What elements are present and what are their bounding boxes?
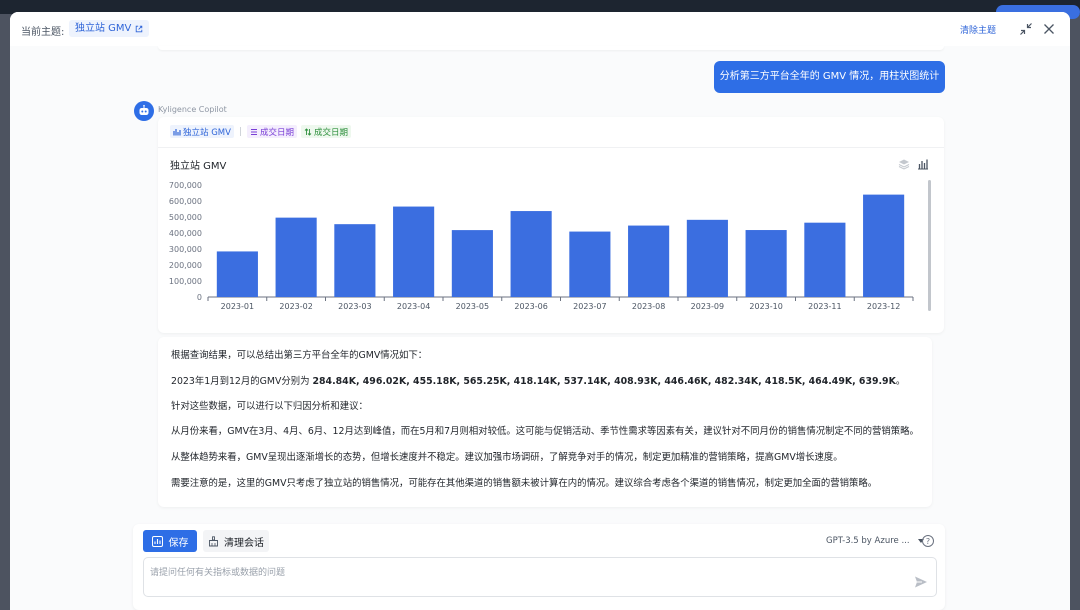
y-tick-label: 0 bbox=[197, 293, 202, 302]
bar bbox=[745, 230, 787, 297]
topic-tag[interactable]: 独立站 GMV bbox=[69, 20, 150, 37]
bar bbox=[686, 219, 728, 297]
dialog-header: 当前主题: 独立站 GMV 清除主题 bbox=[10, 12, 1070, 46]
y-tick-label: 300,000 bbox=[169, 245, 202, 254]
list-icon bbox=[250, 128, 257, 135]
bar-chart-icon bbox=[173, 128, 181, 135]
bar bbox=[216, 251, 258, 297]
model-label: GPT-3.5 by Azure ... bbox=[826, 536, 910, 546]
chart-panel: 独立站 GMV 0 100,000 200,000 300,000 400,000 500… bbox=[158, 147, 944, 320]
question-input[interactable] bbox=[150, 565, 890, 581]
bar bbox=[393, 206, 435, 297]
model-select[interactable]: GPT-3.5 by Azure ... bbox=[826, 536, 924, 546]
bar bbox=[628, 225, 670, 297]
dimension-chip-label: 成交日期 bbox=[259, 127, 294, 138]
sort-chip[interactable]: 成交日期 bbox=[300, 125, 351, 138]
values-prefix: 2023年1月到12月的GMV分别为 bbox=[171, 376, 313, 387]
x-tick-label: 2023-12 bbox=[867, 302, 900, 311]
close-icon[interactable] bbox=[1041, 21, 1057, 37]
minimize-icon[interactable] bbox=[1018, 21, 1034, 37]
query-chips: 独立站 GMV 成交日期 成交日期 bbox=[170, 125, 351, 138]
sort-chip-label: 成交日期 bbox=[313, 127, 348, 138]
send-icon[interactable] bbox=[914, 575, 928, 589]
values-suffix: 。 bbox=[895, 376, 906, 387]
metric-chip-label: 独立站 GMV bbox=[183, 127, 231, 138]
gmv-bar-chart: 0 100,000 200,000 300,000 400,000 500,000 600,… bbox=[169, 181, 914, 311]
y-tick-label: 500,000 bbox=[169, 213, 202, 222]
analysis-intro: 针对这些数据，可以进行以下归因分析和建议： bbox=[171, 401, 368, 412]
save-label: 保存 bbox=[168, 537, 189, 549]
x-tick-label: 2023-01 bbox=[221, 302, 254, 311]
chip-divider bbox=[239, 127, 241, 136]
y-tick-label: 400,000 bbox=[169, 229, 202, 238]
y-tick-label: 700,000 bbox=[169, 181, 202, 190]
x-tick-label: 2023-09 bbox=[691, 302, 724, 311]
chat-area: 分析第三方平台全年的 GMV 情况，用柱状图统计 Kyligence Copil… bbox=[10, 46, 1070, 526]
chart-scrollbar[interactable] bbox=[928, 180, 931, 311]
bar bbox=[510, 211, 552, 297]
metric-chip[interactable]: 独立站 GMV bbox=[170, 125, 234, 138]
clear-session-label: 清理会话 bbox=[224, 537, 264, 549]
bot-name: Kyligence Copilot bbox=[158, 105, 227, 114]
x-tick-label: 2023-10 bbox=[749, 302, 782, 311]
x-tick-label: 2023-03 bbox=[338, 302, 371, 311]
bar bbox=[334, 224, 376, 297]
clear-topic-link[interactable]: 清除主题 bbox=[960, 23, 996, 36]
bar bbox=[804, 222, 846, 297]
previous-message-card bbox=[158, 46, 944, 50]
bar bbox=[569, 231, 611, 297]
topic-label: 当前主题: bbox=[21, 27, 65, 38]
bar bbox=[451, 230, 493, 297]
y-tick-label: 100,000 bbox=[169, 277, 202, 286]
answer-values: 2023年1月到12月的GMV分别为 284.84K, 496.02K, 455… bbox=[171, 373, 905, 387]
copilot-dialog: 当前主题: 独立站 GMV 清除主题 分析第三方平台全年的 GMV 情况，用柱状… bbox=[10, 12, 1070, 610]
sort-icon bbox=[304, 127, 312, 136]
x-tick-label: 2023-02 bbox=[279, 302, 312, 311]
topic-name: 独立站 GMV bbox=[75, 23, 132, 34]
input-panel: 保存 清理会话 GPT-3.5 by Azure ... ? bbox=[133, 524, 945, 610]
y-tick-label: 200,000 bbox=[169, 261, 202, 270]
analysis-point-2: 从整体趋势来看，GMV呈现出逐渐增长的态势，但增长速度并不稳定。建议加强市场调研… bbox=[171, 452, 843, 463]
x-tick-label: 2023-05 bbox=[456, 302, 489, 311]
broom-icon bbox=[209, 535, 218, 546]
values-bold: 284.84K, 496.02K, 455.18K, 565.25K, 418.… bbox=[312, 376, 896, 387]
x-tick-label: 2023-11 bbox=[808, 302, 841, 311]
dimension-chip[interactable]: 成交日期 bbox=[246, 125, 297, 138]
analysis-point-1: 从月份来看，GMV在3月、4月、6月、12月达到峰值，而在5月和7月则相对较低。… bbox=[171, 426, 919, 437]
external-link-icon bbox=[136, 25, 143, 32]
chart-save-icon bbox=[151, 535, 163, 547]
bot-avatar-icon bbox=[134, 101, 154, 121]
answer-intro: 根据查询结果，可以总结出第三方平台全年的GMV情况如下： bbox=[171, 350, 428, 361]
answer-card: 根据查询结果，可以总结出第三方平台全年的GMV情况如下： 2023年1月到12月… bbox=[158, 337, 932, 507]
question-input-box bbox=[143, 557, 937, 597]
y-tick-label: 600,000 bbox=[169, 197, 202, 206]
user-message: 分析第三方平台全年的 GMV 情况，用柱状图统计 bbox=[714, 61, 945, 93]
bar bbox=[863, 194, 905, 297]
help-icon[interactable]: ? bbox=[922, 535, 934, 547]
x-tick-label: 2023-07 bbox=[573, 302, 606, 311]
analysis-point-3: 需要注意的是，这里的GMV只考虑了独立站的销售情况，可能存在其他渠道的销售额未被… bbox=[171, 478, 878, 489]
save-button[interactable]: 保存 bbox=[143, 530, 197, 552]
clear-session-button[interactable]: 清理会话 bbox=[203, 530, 269, 552]
x-tick-label: 2023-06 bbox=[514, 302, 547, 311]
bar bbox=[275, 217, 317, 297]
x-tick-label: 2023-08 bbox=[632, 302, 665, 311]
x-tick-label: 2023-04 bbox=[397, 302, 430, 311]
chart-result-card: 独立站 GMV 成交日期 成交日期 独立站 GMV 0 100,000 200,00… bbox=[158, 117, 944, 333]
